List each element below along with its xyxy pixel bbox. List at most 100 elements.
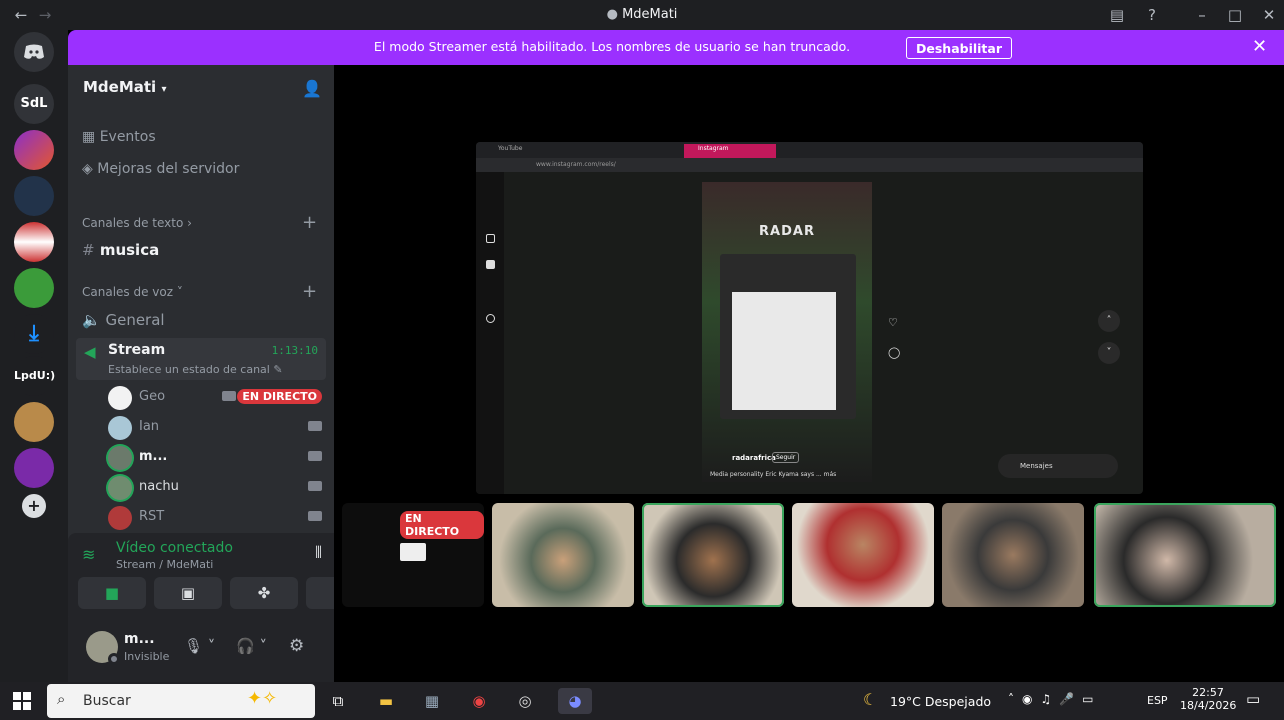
window-title: ● MdeMati (606, 7, 678, 22)
text-channels-category[interactable]: Canales de texto › (82, 216, 192, 230)
server-icon-1[interactable] (14, 130, 54, 170)
speaker-video-icon: ◀ (84, 343, 96, 361)
moon-weather-icon: ☾ (863, 690, 878, 709)
activities-icon: ✤ (257, 584, 271, 602)
server-sdl[interactable]: SdL (14, 84, 54, 124)
noise-suppression-icon[interactable]: ⦀ (315, 543, 322, 563)
inbox-icon[interactable]: ▤ (1106, 4, 1128, 26)
participant-tile-4[interactable] (942, 503, 1084, 607)
voice-user[interactable]: Ian (108, 414, 322, 442)
screen-share-icon (400, 543, 426, 561)
voice-user[interactable]: m... (108, 444, 322, 472)
video-icon: ■ (104, 584, 120, 602)
user-panel: m... Invisible 🎙 ˅ 🎧 ˅ ⚙ (68, 617, 334, 682)
screen-share-view[interactable]: YouTube Instagram www.instagram.com/reel… (476, 142, 1143, 494)
banner-message: El modo Streamer está habilitado. Los no… (373, 39, 851, 54)
browser-address-bar: www.instagram.com/reels/ (476, 158, 1143, 172)
reel-video: RADAR radarafrica Seguir Media personali… (702, 182, 872, 482)
server-icon-2[interactable] (14, 176, 54, 216)
chevron-up-icon: ˄ (1098, 310, 1120, 332)
weather-text[interactable]: 19°C Despejado (890, 694, 991, 709)
like-icon: ♡ (888, 316, 898, 329)
voice-channels-category[interactable]: Canales de voz ˅ (82, 285, 183, 299)
live-badge: EN DIRECTO (400, 511, 484, 539)
language-indicator[interactable]: ESP (1147, 694, 1168, 707)
chrome-icon[interactable]: ◉ (466, 688, 492, 714)
voice-channel-general[interactable]: 🔈 General (82, 311, 165, 329)
windows-start-icon[interactable] (13, 692, 31, 710)
participant-tile-stream[interactable]: EN DIRECTO (342, 503, 484, 607)
server-icon-6[interactable] (14, 448, 54, 488)
boost-icon: ◈ (82, 161, 93, 177)
server-lpdu[interactable]: LpdU:) (14, 356, 55, 396)
clock[interactable]: 22:57 18/4/2026 (1180, 686, 1236, 712)
tray-icons[interactable]: ˄◉♫🎤▭ (1008, 692, 1102, 706)
disable-streamer-button[interactable]: Deshabilitar (906, 37, 1013, 59)
settings-gear-icon[interactable]: ⚙ (289, 636, 304, 656)
obs-icon[interactable]: ◎ (512, 688, 538, 714)
voice-channel-path[interactable]: Stream / MdeMati (116, 558, 213, 571)
signal-icon: ≋ (82, 545, 96, 564)
camera-button[interactable]: ■ (78, 577, 146, 609)
server-icon-4[interactable] (14, 268, 54, 308)
close-icon[interactable]: ✕ (1252, 36, 1267, 57)
reel-username: radarafrica (732, 454, 776, 462)
participant-tile-1[interactable] (492, 503, 634, 607)
discord-home-icon[interactable] (14, 32, 54, 72)
reel-caption: Media personality Eric Kyama says ... má… (710, 471, 837, 478)
browser-tab-strip: YouTube Instagram (476, 142, 1143, 158)
server-name[interactable]: MdeMati ▾ (83, 78, 166, 96)
boosts-item[interactable]: ◈ Mejoras del servidor (82, 161, 239, 177)
app-icon[interactable]: ▦ (419, 688, 445, 714)
avatar (108, 446, 132, 470)
add-server-icon[interactable]: + (22, 494, 46, 518)
stream-timer: 1:13:10 (271, 344, 318, 357)
voice-channel-stream[interactable]: ◀ Stream 1:13:10 Establece un estado de … (76, 338, 326, 380)
voice-status[interactable]: Vídeo conectado (116, 540, 233, 556)
set-channel-status[interactable]: Establece un estado de canal ✎ (108, 363, 283, 376)
microphone-icon[interactable]: 🎙 ˅ (184, 637, 215, 655)
reel-card (720, 254, 856, 419)
participant-tile-2[interactable] (642, 503, 784, 607)
window-close-icon[interactable]: ✕ (1258, 4, 1280, 26)
minimize-icon[interactable]: – (1191, 4, 1213, 26)
taskbar-search-input[interactable]: ⌕ Buscar ✦✧ (47, 684, 315, 718)
voice-user[interactable]: Geo EN DIRECTO (108, 384, 322, 412)
voice-user[interactable]: RST (108, 504, 322, 532)
task-view-icon[interactable]: ⧉ (325, 688, 351, 714)
voice-user-name: Ian (139, 419, 160, 434)
voice-user[interactable]: nachu (108, 474, 322, 502)
chevron-down-icon: ˅ (1098, 342, 1120, 364)
add-voice-channel-icon[interactable]: + (302, 281, 317, 302)
clock-date: 18/4/2026 (1180, 699, 1237, 712)
activities-button[interactable]: ✤ (230, 577, 298, 609)
video-camera-icon (308, 421, 322, 431)
maximize-icon[interactable]: □ (1224, 4, 1246, 26)
reel-brand: RADAR (759, 224, 815, 239)
notifications-icon[interactable]: ▭ (1246, 690, 1260, 708)
download-icon[interactable]: ⤓ (14, 314, 54, 354)
comment-icon: ◯ (888, 346, 901, 359)
live-badge: EN DIRECTO (237, 389, 322, 404)
help-icon[interactable]: ? (1141, 4, 1163, 26)
discord-taskbar-icon[interactable]: ◕ (558, 688, 592, 714)
channel-sidebar: MdeMati ▾ 👤 ▦ Eventos ◈ Mejoras del serv… (68, 65, 386, 682)
share-screen-button[interactable]: ▣ (154, 577, 222, 609)
events-item[interactable]: ▦ Eventos (82, 129, 156, 145)
follow-button: Seguir (772, 452, 800, 463)
window-titlebar: ← → ● MdeMati ▤ ? – □ ✕ (0, 0, 1284, 30)
server-icon-3[interactable] (14, 222, 54, 262)
add-text-channel-icon[interactable]: + (302, 212, 317, 233)
participant-tile-3[interactable] (792, 503, 934, 607)
user-name: m... (124, 631, 155, 647)
avatar (108, 476, 132, 500)
calendar-icon: ▦ (82, 129, 96, 145)
reel-document (732, 292, 836, 410)
server-icon-5[interactable] (14, 402, 54, 442)
invite-user-icon[interactable]: 👤 (302, 79, 322, 98)
participant-tile-5[interactable] (1094, 503, 1276, 607)
status-indicator-icon (108, 653, 120, 665)
file-explorer-icon[interactable]: ▬ (373, 688, 399, 714)
headphones-icon[interactable]: 🎧 ˅ (236, 637, 267, 655)
text-channel-musica[interactable]: # musica (82, 241, 159, 259)
